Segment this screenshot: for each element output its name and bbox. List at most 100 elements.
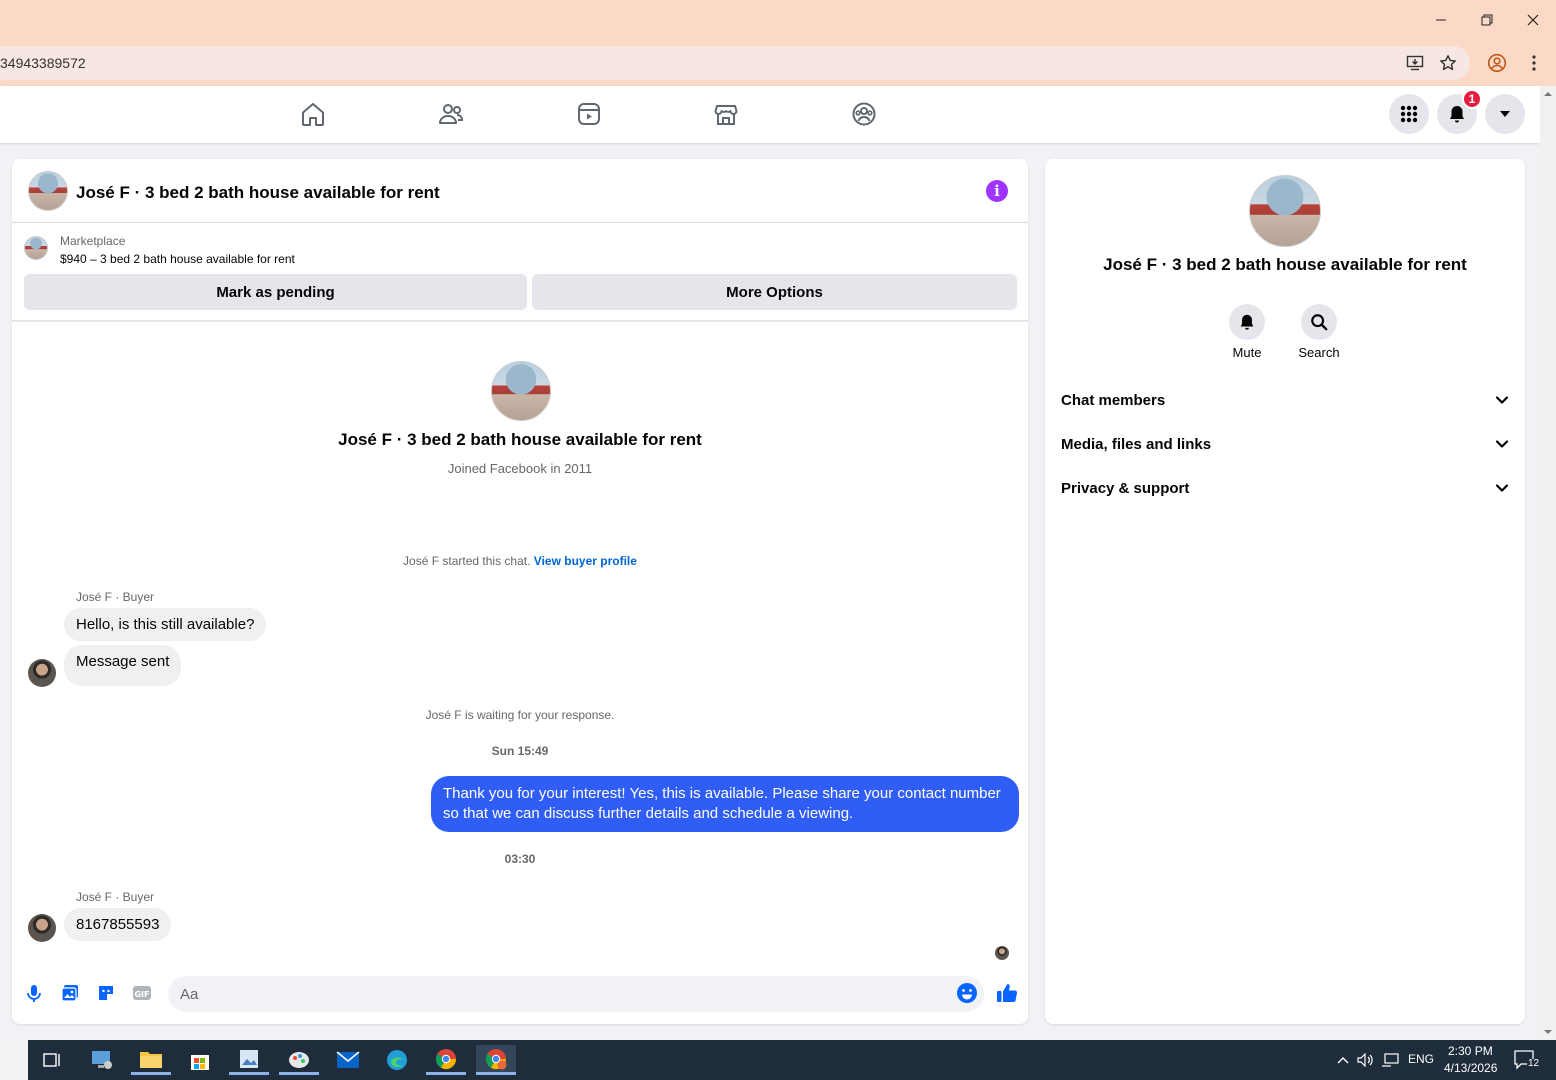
listing-thumbnail[interactable] bbox=[24, 236, 48, 260]
clock-time[interactable]: 2:30 PM bbox=[1448, 1044, 1493, 1058]
chrome-icon[interactable] bbox=[426, 1045, 466, 1075]
listing-avatar[interactable] bbox=[28, 171, 68, 211]
emoji-icon[interactable] bbox=[955, 981, 979, 1005]
message-bubble-incoming[interactable]: 8167855593 bbox=[64, 908, 172, 941]
chevron-down-icon bbox=[1495, 440, 1509, 448]
chevron-down-icon bbox=[1500, 111, 1510, 117]
browser-menu-icon[interactable] bbox=[1524, 53, 1544, 73]
notification-badge: 1 bbox=[1462, 89, 1482, 109]
seen-indicator-avatar bbox=[995, 946, 1009, 960]
show-hidden-icons-icon[interactable] bbox=[1333, 1045, 1353, 1075]
notification-count: 12 bbox=[1528, 1058, 1540, 1069]
mail-icon[interactable] bbox=[328, 1045, 368, 1075]
chat-started-text: José F started this chat. bbox=[403, 554, 531, 568]
mute-label: Mute bbox=[1232, 345, 1262, 360]
page-scrollbar[interactable] bbox=[1540, 86, 1556, 1040]
chevron-down-icon bbox=[1495, 396, 1509, 404]
sender-name: José F · Buyer bbox=[76, 590, 155, 604]
install-app-icon[interactable] bbox=[1405, 53, 1425, 73]
chat-header: José F · 3 bed 2 bath house available fo… bbox=[12, 159, 1028, 223]
like-icon[interactable] bbox=[995, 981, 1019, 1005]
timestamp: Sun 15:49 bbox=[491, 744, 549, 758]
chrome-profile-icon[interactable] bbox=[476, 1045, 516, 1075]
paint-icon[interactable] bbox=[279, 1045, 319, 1075]
section-media-files-links[interactable]: Media, files and links bbox=[1061, 422, 1509, 466]
section-label: Chat members bbox=[1061, 391, 1166, 409]
address-bar[interactable]: 34943389572 bbox=[0, 46, 1470, 80]
marketplace-icon[interactable] bbox=[712, 100, 740, 128]
listing-title[interactable]: $940 – 3 bed 2 bath house available for … bbox=[60, 252, 295, 266]
mute-button[interactable] bbox=[1229, 304, 1265, 340]
timestamp: 03:30 bbox=[504, 852, 536, 866]
search-label: Search bbox=[1298, 345, 1340, 360]
window-title-bar bbox=[0, 0, 1556, 40]
minimize-button[interactable] bbox=[1418, 0, 1464, 40]
sticker-icon[interactable] bbox=[94, 981, 118, 1005]
section-privacy-support[interactable]: Privacy & support bbox=[1061, 466, 1509, 510]
section-label: Privacy & support bbox=[1061, 479, 1190, 497]
task-view-icon[interactable] bbox=[32, 1045, 72, 1075]
chat-started-notice: José F started this chat. View buyer pro… bbox=[12, 554, 1028, 568]
windows-taskbar: ENG 2:30 PM 4/13/2026 12 bbox=[0, 1040, 1556, 1080]
chevron-down-icon bbox=[1495, 484, 1509, 492]
view-buyer-profile-link[interactable]: View buyer profile bbox=[534, 554, 637, 568]
restore-button[interactable] bbox=[1464, 0, 1510, 40]
message-bubble-incoming[interactable]: Message sent bbox=[64, 645, 182, 686]
browser-toolbar: 34943389572 bbox=[0, 40, 1556, 86]
image-viewer-icon[interactable] bbox=[229, 1045, 269, 1075]
buyer-avatar[interactable] bbox=[28, 914, 56, 942]
microphone-icon[interactable] bbox=[22, 981, 46, 1005]
chat-info-panel: José F · 3 bed 2 bath house available fo… bbox=[1045, 159, 1525, 1024]
language-indicator[interactable]: ENG bbox=[1408, 1052, 1434, 1066]
photo-icon[interactable] bbox=[58, 981, 82, 1005]
home-icon[interactable] bbox=[299, 100, 327, 128]
groups-icon[interactable] bbox=[850, 100, 878, 128]
profile-avatar[interactable] bbox=[491, 361, 551, 421]
sender-name: José F · Buyer bbox=[76, 890, 155, 904]
url-text: 34943389572 bbox=[0, 55, 86, 71]
section-chat-members[interactable]: Chat members bbox=[1061, 378, 1509, 422]
network-icon[interactable] bbox=[1380, 1045, 1400, 1075]
more-options-button[interactable]: More Options bbox=[532, 274, 1017, 310]
buyer-avatar[interactable] bbox=[28, 659, 56, 687]
profile-title: José F · 3 bed 2 bath house available fo… bbox=[338, 430, 702, 449]
video-icon[interactable] bbox=[575, 100, 603, 128]
menu-grid-button[interactable] bbox=[1389, 94, 1429, 134]
search-button[interactable] bbox=[1301, 304, 1337, 340]
message-bubble-incoming[interactable]: Hello, is this still available? bbox=[64, 608, 267, 641]
header-divider bbox=[12, 320, 1028, 322]
search-icon bbox=[1311, 314, 1328, 331]
bell-icon bbox=[1450, 106, 1464, 123]
section-label: Media, files and links bbox=[1061, 435, 1212, 453]
action-center-icon[interactable]: 12 bbox=[1508, 1045, 1544, 1075]
microsoft-store-icon[interactable] bbox=[180, 1045, 220, 1075]
edge-icon[interactable] bbox=[377, 1045, 417, 1075]
svg-text:GIF: GIF bbox=[134, 990, 149, 999]
message-input[interactable]: Aa bbox=[168, 976, 984, 1012]
account-button[interactable] bbox=[1485, 94, 1525, 134]
panel-avatar[interactable] bbox=[1249, 175, 1321, 247]
start-area[interactable] bbox=[0, 1040, 28, 1080]
volume-icon[interactable] bbox=[1356, 1045, 1376, 1075]
grid-icon bbox=[1400, 105, 1418, 123]
bookmark-star-icon[interactable] bbox=[1438, 53, 1458, 73]
message-input-placeholder: Aa bbox=[180, 985, 199, 1003]
mark-as-pending-button[interactable]: Mark as pending bbox=[24, 274, 527, 310]
computer-management-icon[interactable] bbox=[82, 1045, 122, 1075]
message-bubble-outgoing[interactable]: Thank you for your interest! Yes, this i… bbox=[431, 776, 1019, 832]
chat-panel: José F · 3 bed 2 bath house available fo… bbox=[12, 159, 1028, 1024]
waiting-notice: José F is waiting for your response. bbox=[425, 708, 615, 722]
profile-icon[interactable] bbox=[1487, 53, 1507, 73]
friends-icon[interactable] bbox=[437, 100, 465, 128]
close-button[interactable] bbox=[1510, 0, 1556, 40]
clock-date[interactable]: 4/13/2026 bbox=[1444, 1061, 1497, 1075]
info-icon[interactable]: i bbox=[986, 180, 1008, 202]
gif-icon[interactable]: GIF bbox=[130, 981, 154, 1005]
facebook-navbar bbox=[0, 86, 1540, 143]
file-explorer-icon[interactable] bbox=[131, 1045, 171, 1075]
bell-icon bbox=[1240, 314, 1254, 330]
joined-text: Joined Facebook in 2011 bbox=[447, 461, 593, 476]
marketplace-label: Marketplace bbox=[60, 234, 126, 248]
chat-title[interactable]: José F · 3 bed 2 bath house available fo… bbox=[76, 183, 440, 203]
panel-title: José F · 3 bed 2 bath house available fo… bbox=[1103, 255, 1467, 274]
